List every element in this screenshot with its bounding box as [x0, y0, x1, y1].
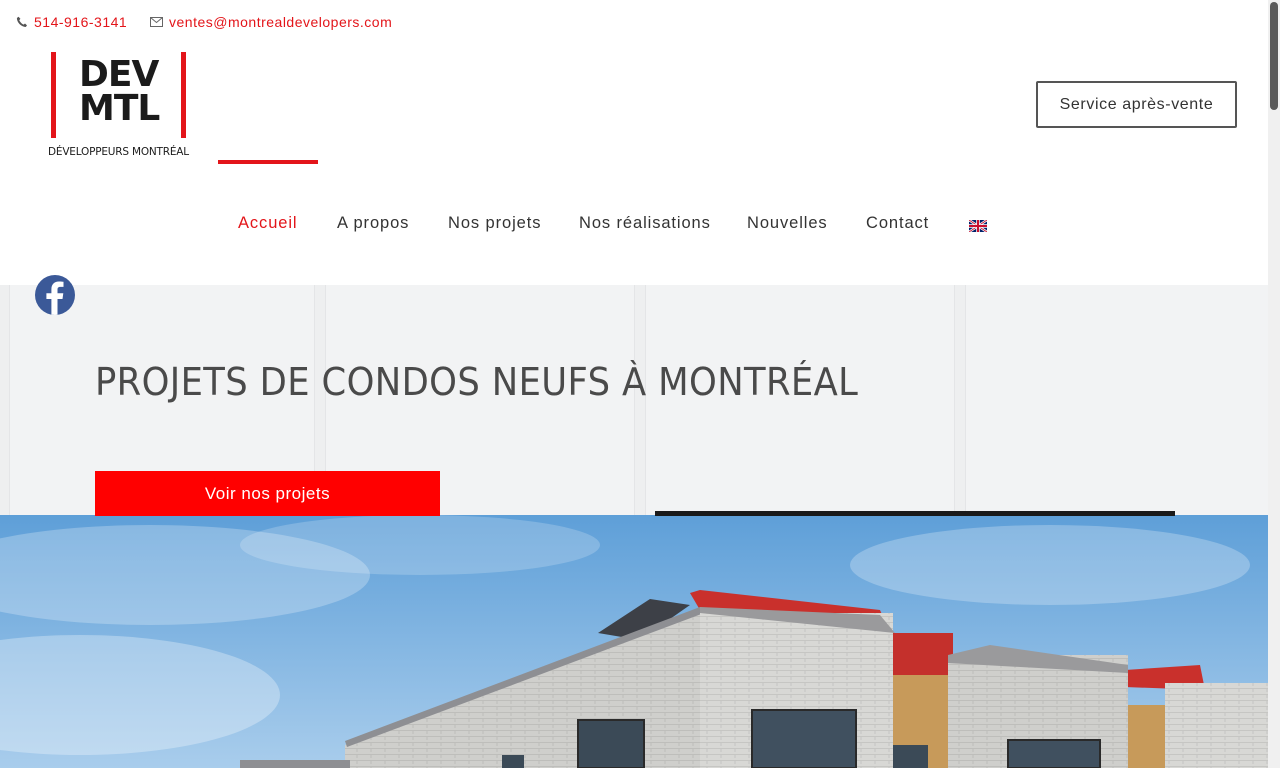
service-apres-vente-button[interactable]: Service après-vente: [1036, 81, 1237, 128]
logo-line-2: MTL: [79, 88, 160, 129]
nav-item-accueil[interactable]: Accueil: [238, 214, 298, 233]
phone-link[interactable]: 514-916-3141: [34, 14, 127, 30]
logo-line-1: DEV: [79, 54, 159, 95]
decorative-dark-bar: [655, 511, 1175, 516]
uk-flag-icon[interactable]: [968, 219, 988, 233]
page-scrollbar[interactable]: [1268, 0, 1280, 768]
wall-panel-seam: [0, 285, 10, 515]
nav-item-nos-projets[interactable]: Nos projets: [448, 214, 541, 233]
scrollbar-thumb[interactable]: [1270, 2, 1278, 110]
hero-building-photo: [0, 515, 1268, 768]
logo-bar-right: [181, 52, 186, 138]
active-nav-underline: [218, 160, 318, 164]
logo-bar-left: [51, 52, 56, 138]
email-link[interactable]: ventes@montrealdevelopers.com: [169, 14, 392, 30]
phone-icon: [16, 16, 28, 28]
nav-item-nos-realisations[interactable]: Nos réalisations: [579, 214, 711, 233]
nav-item-contact[interactable]: Contact: [866, 214, 929, 233]
wall-panel-seam: [954, 285, 966, 515]
top-contact-bar: 514-916-3141 ventes@montrealdevelopers.c…: [0, 0, 1268, 46]
nav-item-nouvelles[interactable]: Nouvelles: [747, 214, 828, 233]
phone-contact[interactable]: 514-916-3141: [16, 14, 127, 30]
envelope-icon: [150, 17, 163, 27]
logo-subtitle: DÉVELOPPEURS MONTRÉAL: [48, 146, 189, 158]
site-logo[interactable]: DEV MTL DÉVELOPPEURS MONTRÉAL: [46, 50, 196, 160]
facebook-icon[interactable]: [35, 275, 75, 315]
hero-headline: PROJETS DE CONDOS NEUFS À MONTRÉAL: [95, 360, 859, 404]
voir-nos-projets-button[interactable]: Voir nos projets: [95, 471, 440, 516]
email-contact[interactable]: ventes@montrealdevelopers.com: [150, 14, 392, 30]
logo-wordmark: DEV MTL: [79, 54, 160, 129]
nav-item-a-propos[interactable]: A propos: [337, 214, 409, 233]
main-navigation: Accueil A propos Nos projets Nos réalisa…: [0, 214, 1268, 238]
